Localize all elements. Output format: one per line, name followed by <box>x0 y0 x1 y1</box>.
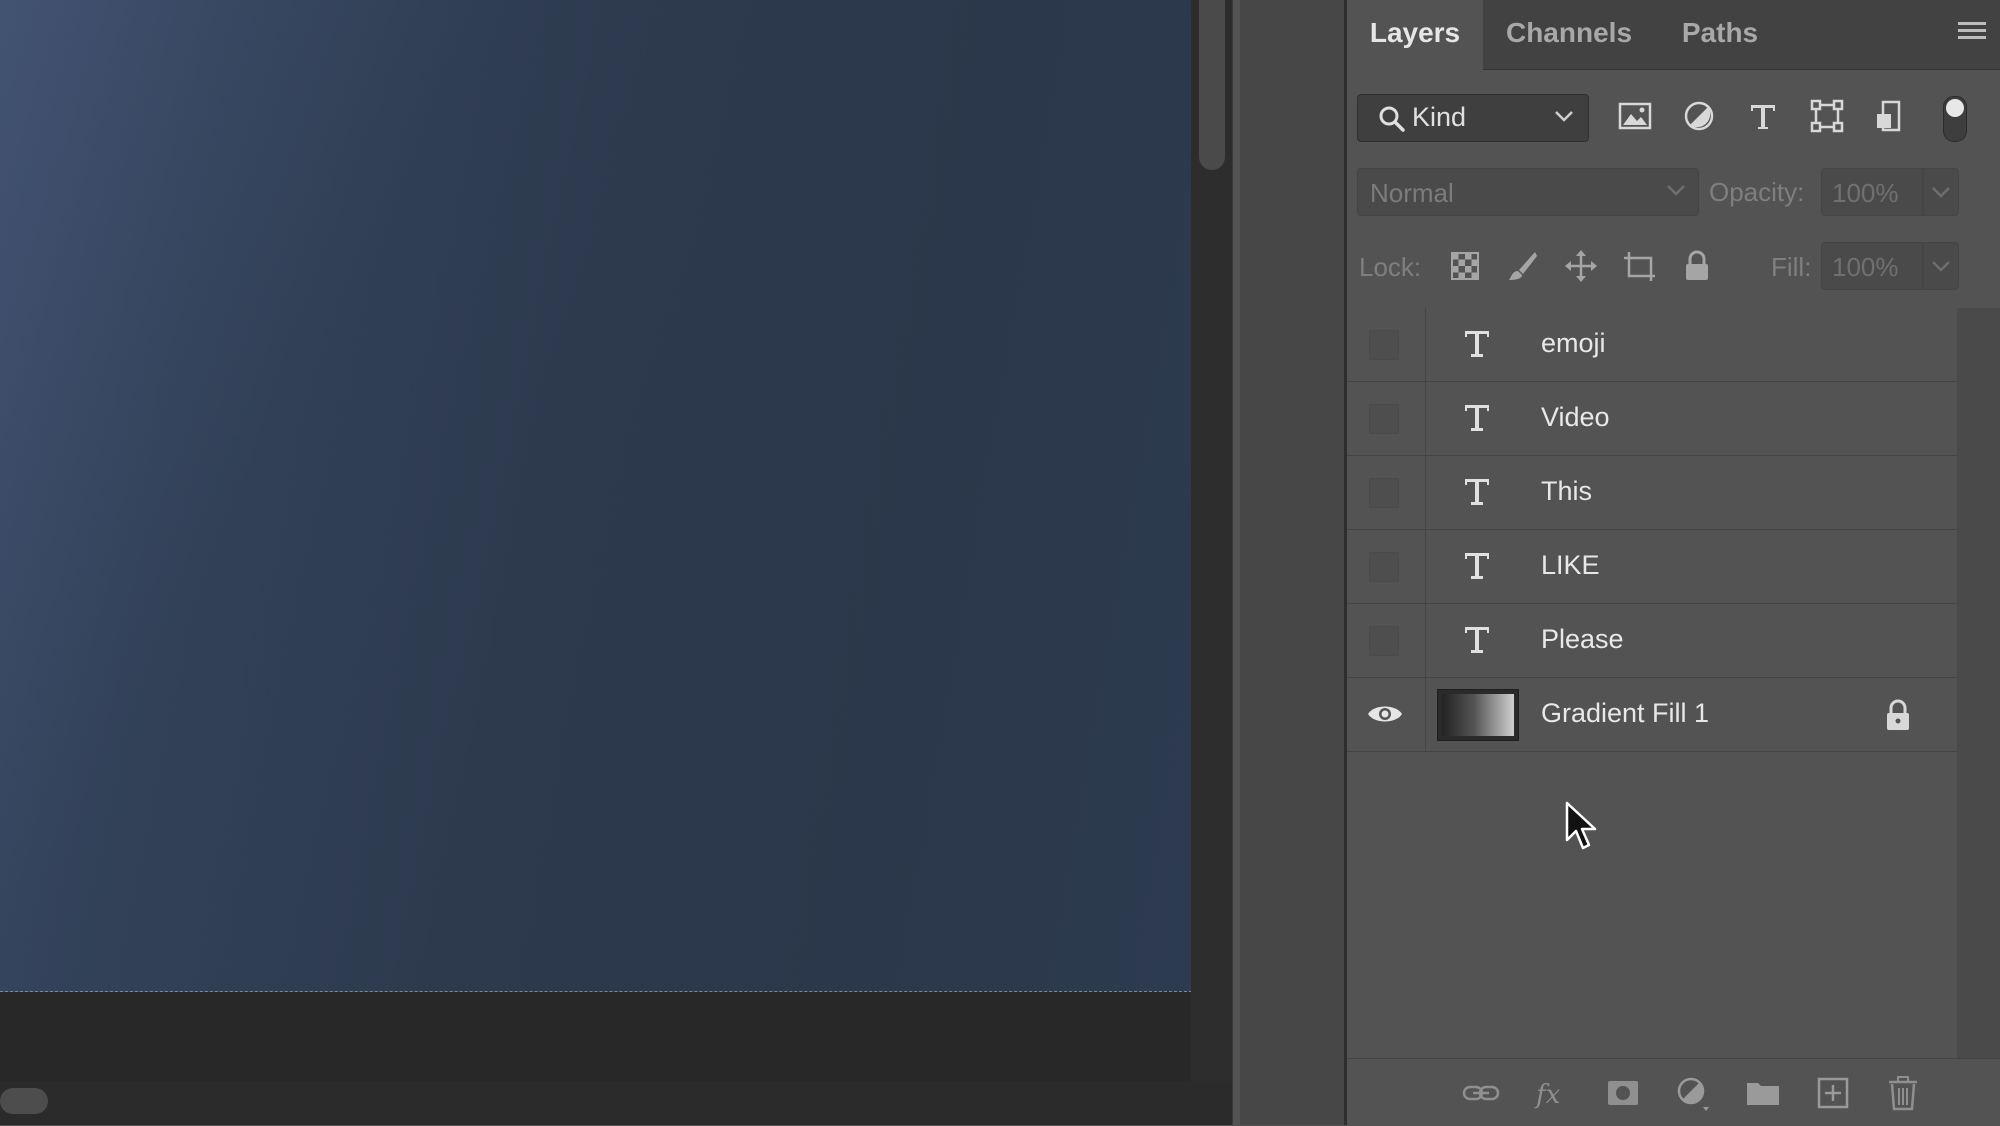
canvas-horizontal-scroll-thumb[interactable] <box>0 1088 48 1114</box>
layer-style-fx-icon[interactable]: fx <box>1533 1073 1573 1113</box>
add-mask-icon[interactable] <box>1603 1073 1643 1113</box>
visibility-toggle[interactable] <box>1347 308 1426 381</box>
opacity-input[interactable]: 100% <box>1821 168 1923 216</box>
visibility-toggle[interactable] <box>1347 678 1426 751</box>
layer-name[interactable]: Please <box>1541 624 1624 655</box>
document-canvas[interactable] <box>0 0 1192 992</box>
new-group-folder-icon[interactable] <box>1743 1073 1783 1113</box>
new-adjustment-layer-icon[interactable] <box>1673 1073 1713 1113</box>
layer-row-emoji[interactable]: emoji <box>1347 308 1957 382</box>
layer-row-gradient-fill[interactable]: Gradient Fill 1 <box>1347 678 1957 752</box>
layer-name[interactable]: emoji <box>1541 328 1606 359</box>
visibility-toggle[interactable] <box>1347 382 1426 455</box>
lock-label: Lock: <box>1359 252 1422 282</box>
type-layer-icon <box>1465 553 1489 579</box>
chevron-down-icon <box>1667 185 1685 196</box>
visibility-toggle[interactable] <box>1347 456 1426 529</box>
visibility-checkbox <box>1369 330 1399 360</box>
canvas-area[interactable] <box>0 0 1192 1081</box>
type-filter-icon[interactable] <box>1743 96 1783 136</box>
canvas-vertical-scroll-thumb[interactable] <box>1199 0 1225 170</box>
layer-list-scrollbar[interactable] <box>1957 308 2000 1058</box>
lock-image-pixels-icon[interactable] <box>1505 248 1541 284</box>
gradient-fill-thumbnail[interactable] <box>1437 689 1519 741</box>
lock-position-icon[interactable] <box>1563 248 1599 284</box>
new-layer-icon[interactable] <box>1813 1073 1853 1113</box>
visibility-toggle[interactable] <box>1347 530 1426 603</box>
layer-name[interactable]: LIKE <box>1541 550 1600 581</box>
opacity-dropdown-button[interactable] <box>1923 168 1959 216</box>
lock-icon <box>1887 699 1909 730</box>
gradient-preview <box>1442 694 1514 736</box>
layer-row-video[interactable]: Video <box>1347 382 1957 456</box>
tab-layers[interactable]: Layers <box>1347 0 1483 70</box>
tab-channels[interactable]: Channels <box>1483 0 1655 69</box>
type-layer-icon <box>1465 627 1489 653</box>
chevron-down-icon <box>1932 187 1950 198</box>
type-layer-icon <box>1465 405 1489 431</box>
adjustment-filter-icon[interactable] <box>1679 96 1719 136</box>
search-icon <box>1379 106 1405 132</box>
filter-kind-label: Kind <box>1412 102 1467 132</box>
visibility-toggle[interactable] <box>1347 604 1426 677</box>
canvas-horizontal-scrollbar[interactable] <box>0 1081 1232 1125</box>
type-layer-icon <box>1465 479 1489 505</box>
fill-label: Fill: <box>1771 252 1812 282</box>
filter-kind-select[interactable]: Kind <box>1357 94 1589 142</box>
layer-row-please[interactable]: Please <box>1347 604 1957 678</box>
layer-row-like[interactable]: LIKE <box>1347 530 1957 604</box>
mouse-cursor-icon <box>1565 801 1597 850</box>
link-layers-icon[interactable] <box>1461 1073 1501 1113</box>
tab-paths[interactable]: Paths <box>1655 0 1785 69</box>
visibility-checkbox <box>1369 626 1399 656</box>
panel-divider <box>1232 0 1233 1125</box>
layer-name[interactable]: Gradient Fill 1 <box>1541 698 1709 729</box>
fill-input[interactable]: 100% <box>1821 242 1923 290</box>
chevron-down-icon <box>1555 111 1573 122</box>
layers-bottom-toolbar: fx <box>1347 1058 2000 1126</box>
toggle-knob <box>1946 99 1964 117</box>
visibility-checkbox <box>1369 478 1399 508</box>
layer-list: emoji Video This LIKE Please Gradient Fi… <box>1347 308 1957 758</box>
panel-tab-bar: Layers Channels Paths <box>1347 0 2000 70</box>
document-gradient-highlight <box>0 0 1191 991</box>
layer-name[interactable]: This <box>1541 476 1592 507</box>
chevron-down-icon <box>1932 261 1950 272</box>
visibility-checkbox <box>1369 552 1399 582</box>
layer-row-this[interactable]: This <box>1347 456 1957 530</box>
layers-panel: Layers Channels Paths Kind Normal Opacit… <box>1347 0 2000 1126</box>
lock-transparent-pixels-icon[interactable] <box>1447 248 1483 284</box>
fill-dropdown-button[interactable] <box>1923 242 1959 290</box>
opacity-label: Opacity: <box>1709 177 1805 207</box>
svg-text:fx: fx <box>1534 1080 1561 1110</box>
blend-mode-select[interactable]: Normal <box>1357 168 1699 216</box>
type-layer-icon <box>1465 331 1489 357</box>
visibility-checkbox <box>1369 404 1399 434</box>
panel-menu-icon[interactable] <box>1958 22 1986 44</box>
blend-mode-value: Normal <box>1370 178 1454 208</box>
smart-object-filter-icon[interactable] <box>1871 96 1911 136</box>
shape-filter-icon[interactable] <box>1807 96 1847 136</box>
layer-name[interactable]: Video <box>1541 402 1610 433</box>
image-filter-icon[interactable] <box>1615 96 1655 136</box>
filter-toggle-switch[interactable] <box>1943 96 1967 142</box>
panel-dock-gap <box>1240 0 1344 1125</box>
opacity-value: 100% <box>1832 178 1899 208</box>
lock-all-icon[interactable] <box>1679 248 1715 284</box>
delete-layer-icon[interactable] <box>1883 1073 1923 1113</box>
eye-icon <box>1368 706 1402 722</box>
lock-artboard-icon[interactable] <box>1621 248 1657 284</box>
fill-value: 100% <box>1832 252 1899 282</box>
